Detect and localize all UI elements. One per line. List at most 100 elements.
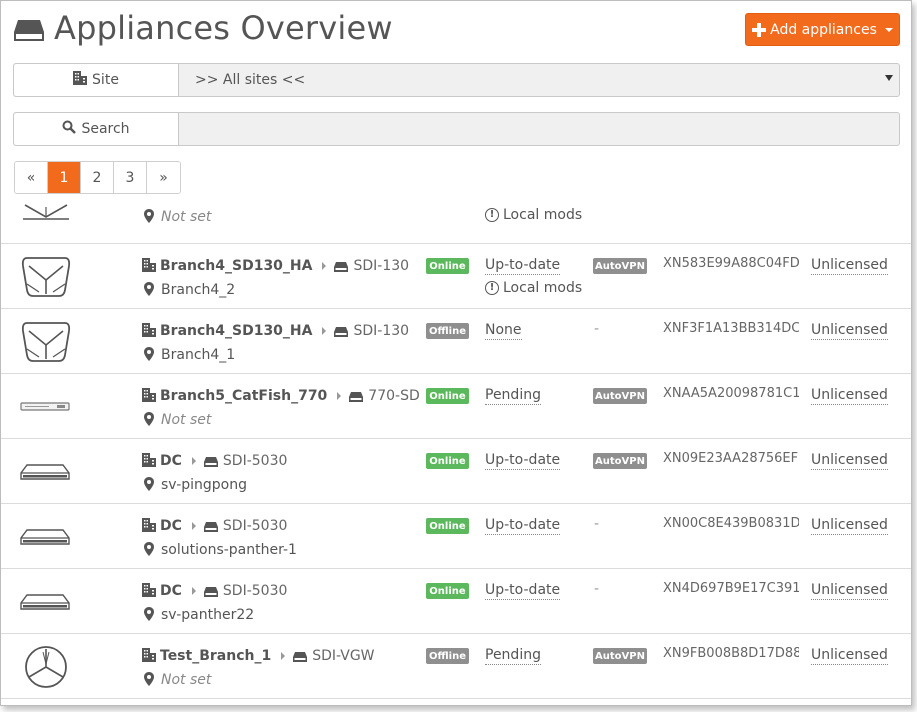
page-header: Appliances Overview Add appliances: [1, 1, 911, 59]
building-icon: [142, 387, 156, 406]
caret-down-icon: [884, 27, 893, 32]
vpn-empty: -: [594, 516, 600, 532]
site-label-text: Site: [92, 72, 119, 88]
firmware-status-link[interactable]: Up-to-date: [485, 516, 561, 535]
search-filter-label: Search: [14, 113, 179, 145]
status-badge: Online: [426, 583, 469, 599]
device-model-icon: [334, 322, 349, 341]
location-text: Branch4_2: [161, 282, 236, 298]
site-select[interactable]: >> All sites <<: [179, 64, 899, 96]
device-image-icon: [19, 319, 73, 365]
page-title: Appliances Overview: [54, 9, 393, 47]
license-link[interactable]: Unlicensed: [811, 321, 888, 340]
model-name: SDI-5030: [222, 518, 288, 534]
site-name[interactable]: Branch5_CatFish_770: [160, 388, 327, 404]
chevron-right-icon: [322, 262, 327, 270]
chevron-right-icon: [191, 522, 196, 530]
status-badge: Online: [426, 388, 469, 404]
table-row[interactable]: DC SDI-5030 sv-pingpong Online Up-to-date Aut…: [1, 439, 911, 504]
model-name: SDI-5030: [222, 453, 288, 469]
table-row[interactable]: Branch4_SD130_HA SDI-130 Branch4_2 Online Up…: [1, 244, 911, 309]
site-name[interactable]: DC: [160, 583, 182, 599]
site-filter-label: Site: [14, 64, 179, 96]
device-image-icon: [19, 579, 73, 625]
device-image-icon: [19, 254, 73, 300]
site-name[interactable]: Branch4_SD130_HA: [160, 258, 312, 274]
autovpn-badge: AutoVPN: [593, 648, 647, 664]
serial-number: XN00C8E439B0831D: [663, 516, 799, 531]
table-row[interactable]: Branch4_SD130_HA SDI-130 Branch4_1 Offline N…: [1, 309, 911, 374]
table-row[interactable]: DC SDI-5030 solutions-panther-1 Online Up-to…: [1, 504, 911, 569]
license-link[interactable]: Unlicensed: [811, 646, 888, 665]
table-row[interactable]: Test_Branch_1 SDI-VGW Not set Offline Pendin…: [1, 634, 911, 699]
search-filter: Search: [13, 112, 900, 146]
building-icon: [73, 71, 88, 89]
page-1-button[interactable]: 1: [48, 162, 81, 193]
add-appliances-label: Add appliances: [770, 21, 877, 38]
device-image-icon: [19, 384, 73, 430]
table-row[interactable]: Not set ! Local mods: [1, 193, 911, 244]
location-text: solutions-panther-1: [161, 542, 297, 558]
plus-icon: [752, 22, 767, 37]
status-badge: Online: [426, 453, 469, 469]
page-next-button[interactable]: »: [147, 162, 180, 193]
location-pin-icon: [144, 346, 154, 365]
chevron-right-icon: [337, 392, 342, 400]
device-image-icon: [19, 514, 73, 560]
license-link[interactable]: Unlicensed: [811, 256, 888, 275]
page-prev-button[interactable]: «: [15, 162, 48, 193]
building-icon: [142, 517, 156, 536]
site-select-value: >> All sites <<: [195, 72, 306, 88]
autovpn-badge: AutoVPN: [593, 388, 647, 404]
model-name: SDI-130: [353, 258, 410, 274]
device-model-icon: [203, 517, 218, 536]
firmware-status-link[interactable]: Up-to-date: [485, 581, 561, 600]
license-link[interactable]: Unlicensed: [811, 516, 888, 535]
device-model-icon: [349, 387, 364, 406]
license-link[interactable]: Unlicensed: [811, 581, 888, 600]
building-icon: [142, 582, 156, 601]
license-link[interactable]: Unlicensed: [811, 386, 888, 405]
status-badge: Online: [426, 518, 469, 534]
autovpn-badge: AutoVPN: [593, 258, 647, 274]
exclamation-circle-icon: !: [485, 208, 499, 222]
firmware-status-link[interactable]: Up-to-date: [485, 451, 561, 470]
building-icon: [142, 647, 156, 666]
license-link[interactable]: Unlicensed: [811, 451, 888, 470]
model-name: SDI-130: [353, 323, 410, 339]
appliance-icon: [13, 19, 45, 47]
device-image-icon: [19, 193, 73, 223]
firmware-status-link[interactable]: None: [485, 321, 522, 340]
table-row[interactable]: Branch5_CatFish_770 770-SD Not set Online Pe…: [1, 374, 911, 439]
location-pin-icon: [144, 541, 154, 560]
exclamation-circle-icon: !: [485, 281, 499, 295]
site-name[interactable]: Branch4_SD130_HA: [160, 323, 312, 339]
location-pin-icon: [144, 476, 154, 495]
page-3-button[interactable]: 3: [114, 162, 147, 193]
location-text: Not set: [161, 412, 212, 428]
search-label-text: Search: [81, 121, 130, 137]
building-icon: [142, 452, 156, 471]
page-2-button[interactable]: 2: [81, 162, 114, 193]
location-pin-icon: [144, 671, 154, 690]
site-name[interactable]: Test_Branch_1: [160, 648, 271, 664]
dropdown-arrow-icon: [885, 75, 893, 81]
firmware-status-link[interactable]: Up-to-date: [485, 256, 561, 275]
location-text: sv-panther22: [161, 607, 255, 623]
site-name[interactable]: DC: [160, 453, 182, 469]
search-icon: [62, 120, 77, 138]
firmware-status-link[interactable]: Pending: [485, 386, 541, 405]
chevron-right-icon: [191, 587, 196, 595]
building-icon: [142, 257, 156, 276]
firmware-status-link[interactable]: Pending: [485, 646, 541, 665]
device-image-icon: [19, 449, 73, 495]
location-pin-icon: [144, 606, 154, 625]
vpn-empty: -: [594, 321, 600, 337]
table-row[interactable]: DC SDI-5030 sv-panther22 Online Up-to-date - X…: [1, 569, 911, 634]
site-name[interactable]: DC: [160, 518, 182, 534]
search-input[interactable]: [179, 113, 899, 145]
device-model-icon: [293, 647, 308, 666]
location-text: sv-pingpong: [161, 477, 248, 493]
add-appliances-button[interactable]: Add appliances: [745, 13, 900, 46]
device-model-icon: [203, 582, 218, 601]
